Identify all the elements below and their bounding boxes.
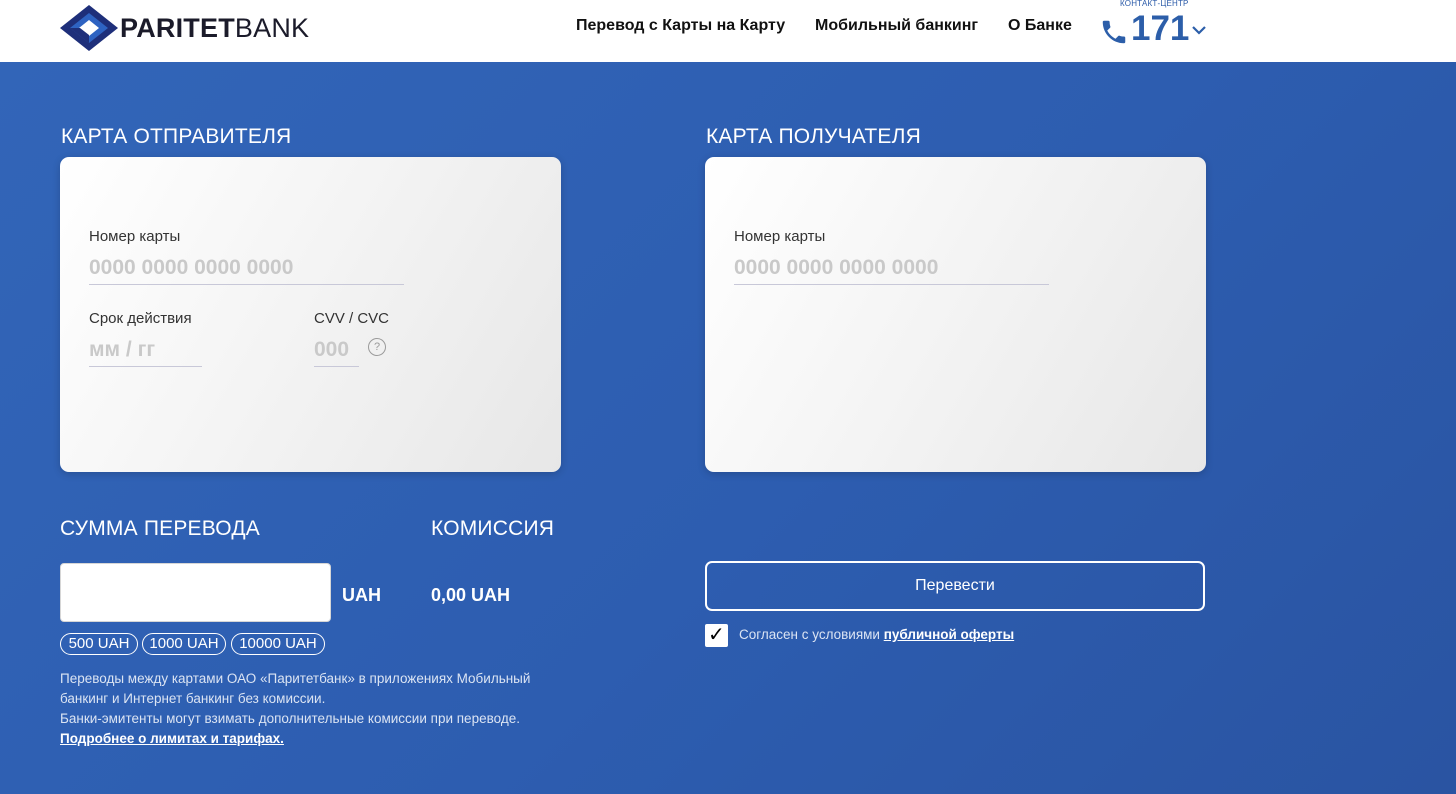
contact-number: 171 <box>1131 9 1190 48</box>
recipient-card-number-label: Номер карты <box>734 228 826 245</box>
amount-currency: UAH <box>342 585 381 605</box>
logo-text: PARITETBANK <box>120 12 310 43</box>
transfer-button[interactable]: Перевести <box>705 561 1205 611</box>
contact-center[interactable]: КОНТАКТ-ЦЕНТР 171 <box>1098 0 1218 50</box>
phone-icon <box>1102 20 1126 44</box>
sender-card: Номер карты Срок действия CVV / CVC ? <box>60 157 561 472</box>
commission-title: КОМИССИЯ <box>431 517 555 540</box>
header: PARITETBANK Перевод с Карты на Карту Моб… <box>0 0 1456 62</box>
chevron-down-icon[interactable] <box>1191 24 1207 36</box>
recipient-card-title: КАРТА ПОЛУЧАТЕЛЯ <box>706 125 921 148</box>
sender-card-title: КАРТА ОТПРАВИТЕЛЯ <box>61 125 292 148</box>
nav-card-to-card[interactable]: Перевод с Карты на Карту <box>576 17 785 35</box>
amount-title: СУММА ПЕРЕВОДА <box>60 517 260 540</box>
logo[interactable]: PARITETBANK <box>60 5 309 51</box>
recipient-card: Номер карты <box>705 157 1206 472</box>
sender-card-number-label: Номер карты <box>89 228 181 245</box>
cvv-help-icon[interactable]: ? <box>368 338 386 356</box>
transfer-form: КАРТА ОТПРАВИТЕЛЯ КАРТА ПОЛУЧАТЕЛЯ Номер… <box>0 62 1456 794</box>
nav-about-bank[interactable]: О Банке <box>1008 17 1072 35</box>
agreement-checkbox[interactable]: ✓ <box>705 624 728 647</box>
sender-card-number-input[interactable] <box>89 251 404 285</box>
public-offer-link[interactable]: публичной оферты <box>884 627 1014 642</box>
info-text-line-3: Банки-эмитенты могут взимать дополнитель… <box>60 711 520 726</box>
info-text-line-2: банкинг и Интернет банкинг без комиссии. <box>60 691 326 706</box>
preset-1000-button[interactable]: 1000 UAH <box>142 633 226 655</box>
commission-value: 0,00 UAH <box>431 585 511 605</box>
preset-10000-button[interactable]: 10000 UAH <box>231 633 325 655</box>
checkmark-icon: ✓ <box>708 624 725 646</box>
agreement-text: Согласен с условиями публичной оферты <box>739 627 1015 642</box>
preset-500-button[interactable]: 500 UAH <box>60 633 138 655</box>
info-text-line-1: Переводы между картами ОАО «Паритетбанк»… <box>60 671 531 686</box>
cvv-label: CVV / CVC <box>314 310 390 327</box>
contact-center-label: КОНТАКТ-ЦЕНТР <box>1120 0 1189 8</box>
cvv-input[interactable] <box>314 333 359 367</box>
paritet-logo-icon <box>60 5 118 51</box>
nav-mobile-banking[interactable]: Мобильный банкинг <box>815 17 978 35</box>
amount-input[interactable] <box>60 563 331 622</box>
expiry-label: Срок действия <box>89 310 192 327</box>
recipient-card-number-input[interactable] <box>734 251 1049 285</box>
expiry-input[interactable] <box>89 333 202 367</box>
limits-tariffs-link[interactable]: Подробнее о лимитах и тарифах. <box>60 731 284 746</box>
